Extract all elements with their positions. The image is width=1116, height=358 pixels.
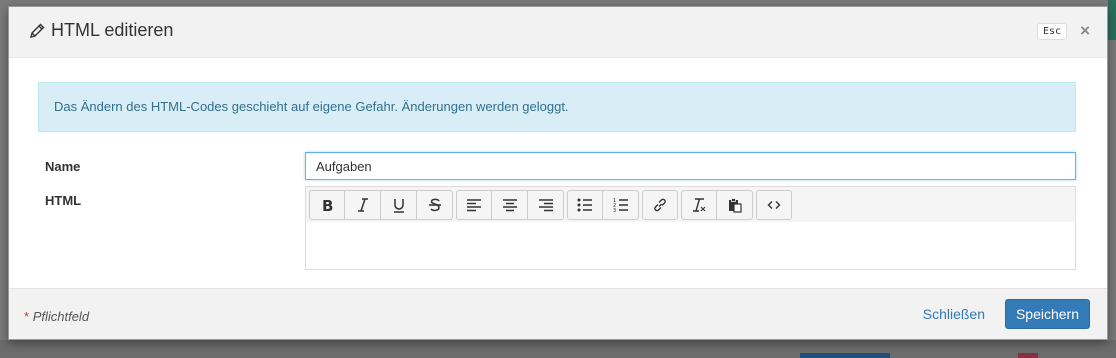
modal-header: HTML editieren Esc × bbox=[9, 7, 1107, 58]
name-label: Name bbox=[45, 159, 81, 174]
list-group: 123 bbox=[567, 190, 639, 222]
strikethrough-button[interactable] bbox=[417, 190, 453, 220]
font-style-group: B bbox=[309, 190, 453, 222]
save-button[interactable]: Speichern bbox=[1005, 299, 1090, 329]
modal-footer: * Pflichtfeld Schließen Speichern bbox=[9, 288, 1107, 339]
code-view-button[interactable] bbox=[756, 190, 792, 220]
unordered-list-icon bbox=[577, 198, 592, 212]
ordered-list-button[interactable]: 123 bbox=[603, 190, 639, 220]
underline-icon bbox=[393, 199, 404, 213]
link-button[interactable] bbox=[642, 190, 678, 220]
edit-html-modal: HTML editieren Esc × Das Ändern des HTML… bbox=[8, 6, 1108, 340]
align-left-icon bbox=[467, 199, 481, 212]
ordered-list-icon: 123 bbox=[613, 198, 628, 213]
close-icon[interactable]: × bbox=[1080, 21, 1090, 41]
align-right-icon bbox=[538, 199, 553, 212]
unordered-list-button[interactable] bbox=[567, 190, 603, 220]
background-bottom bbox=[0, 340, 1116, 358]
svg-text:3: 3 bbox=[613, 208, 616, 213]
required-star: * bbox=[24, 309, 30, 324]
strikethrough-icon bbox=[428, 198, 441, 212]
align-center-button[interactable] bbox=[492, 190, 528, 220]
link-group bbox=[642, 190, 678, 222]
required-note-text: Pflichtfeld bbox=[32, 309, 90, 324]
format-tools-group bbox=[681, 190, 753, 222]
link-icon bbox=[654, 198, 666, 212]
italic-icon bbox=[357, 198, 368, 212]
name-input[interactable] bbox=[305, 152, 1076, 180]
bold-icon: B bbox=[322, 197, 333, 213]
warning-alert: Das Ändern des HTML-Codes geschieht auf … bbox=[38, 82, 1076, 132]
code-group bbox=[756, 190, 792, 222]
code-view-icon bbox=[767, 201, 781, 209]
esc-key-hint: Esc bbox=[1036, 23, 1067, 40]
close-button[interactable]: Schließen bbox=[923, 306, 985, 322]
paste-button[interactable] bbox=[717, 190, 753, 220]
clear-format-button[interactable] bbox=[681, 190, 717, 220]
paste-icon bbox=[728, 198, 742, 213]
modal-title: HTML editieren bbox=[28, 20, 173, 41]
svg-text:B: B bbox=[322, 197, 333, 213]
pencil-icon bbox=[28, 22, 46, 40]
html-label: HTML bbox=[45, 193, 82, 208]
required-field-note: * Pflichtfeld bbox=[24, 309, 89, 324]
align-right-button[interactable] bbox=[528, 190, 564, 220]
underline-button[interactable] bbox=[381, 190, 417, 220]
align-left-button[interactable] bbox=[456, 190, 492, 220]
modal-title-text: HTML editieren bbox=[51, 20, 174, 40]
html-editor-content[interactable] bbox=[306, 222, 1075, 269]
italic-button[interactable] bbox=[345, 190, 381, 220]
background-button bbox=[1018, 353, 1038, 358]
html-editor: B 1 2 3 bbox=[305, 186, 1076, 270]
editor-toolbar: B 1 2 3 bbox=[306, 187, 1075, 222]
modal-body: Das Ändern des HTML-Codes geschieht auf … bbox=[9, 58, 1107, 290]
clear-format-icon bbox=[693, 198, 706, 212]
alignment-group bbox=[456, 190, 564, 222]
align-center-icon bbox=[502, 199, 517, 212]
bold-button[interactable]: B bbox=[309, 190, 345, 220]
background-strip bbox=[1108, 0, 1116, 40]
background-button bbox=[800, 353, 890, 358]
